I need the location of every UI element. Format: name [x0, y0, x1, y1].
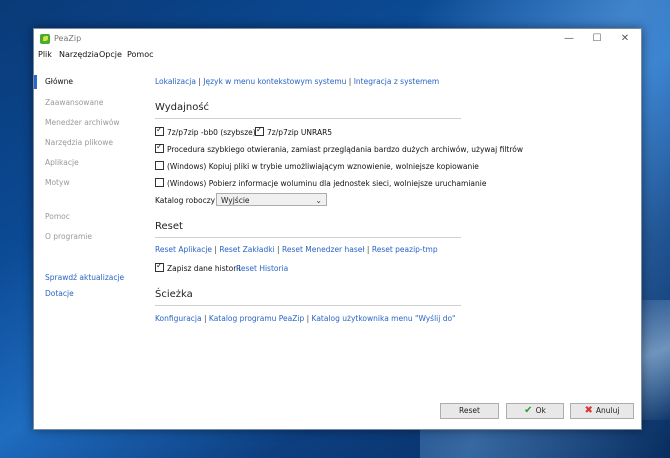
reset-button-label: Reset	[459, 406, 480, 415]
option-label: (Windows) Kopiuj pliki w trybie umożliwi…	[167, 162, 479, 171]
sidebar-item-zaawansowane[interactable]: Zaawansowane	[45, 98, 103, 107]
minimize-icon[interactable]: —	[555, 31, 583, 47]
title-bar[interactable]: PeaZip — ☐ ✕	[34, 29, 641, 49]
link-separator: |	[346, 77, 354, 86]
workdir-select[interactable]: Wyjście ⌄	[216, 193, 327, 206]
checkbox-unchecked[interactable]	[155, 161, 164, 170]
cancel-button[interactable]: ✖ Anuluj	[570, 403, 634, 419]
close-icon[interactable]: ✕	[611, 31, 639, 47]
peazip-logo-icon	[40, 34, 50, 44]
reset-history-link[interactable]: Reset Historia	[236, 264, 288, 273]
checkbox-checked[interactable]	[155, 261, 164, 272]
divider	[155, 305, 461, 306]
program-folder-link[interactable]: Katalog programu PeaZip	[209, 314, 304, 323]
menu-bar: Plik Narzędzia Opcje Pomoc	[34, 49, 641, 63]
workdir-label: Katalog roboczy	[155, 196, 216, 205]
active-item-indicator	[34, 75, 37, 89]
option-quick-open[interactable]: Procedura szybkiego otwierania, zamiast …	[155, 142, 523, 154]
sidebar-item-menedzer-archiwow[interactable]: Menedżer archiwów	[45, 118, 120, 127]
cross-icon: ✖	[584, 405, 593, 416]
settings-sidebar: Główne Zaawansowane Menedżer archiwów Na…	[34, 63, 146, 429]
sidebar-item-o-programie[interactable]: O programie	[45, 232, 92, 241]
localization-link[interactable]: Lokalizacja	[155, 77, 196, 86]
checkbox-checked[interactable]	[155, 125, 164, 136]
checkbox-checked[interactable]	[255, 125, 264, 136]
sidebar-item-motyw[interactable]: Motyw	[45, 178, 70, 187]
reset-password-manager-link[interactable]: Reset Menedzer haseł	[282, 245, 365, 254]
ok-button[interactable]: ✔ Ok	[506, 403, 564, 419]
link-separator: |	[201, 314, 209, 323]
reset-links: Reset Aplikacje | Reset Zakładki | Reset…	[155, 245, 438, 254]
checkmark-icon: ✔	[524, 405, 533, 416]
menu-opcje[interactable]: Opcje	[99, 50, 122, 59]
divider	[155, 237, 461, 238]
option-network-volume-info[interactable]: (Windows) Pobierz informacje woluminu dl…	[155, 178, 486, 188]
reset-heading: Reset	[155, 221, 183, 232]
reset-applications-link[interactable]: Reset Aplikacje	[155, 245, 212, 254]
option-label: 7z/p7zip UNRAR5	[267, 128, 333, 137]
checkbox-checked[interactable]	[155, 142, 164, 153]
menu-narzedzia[interactable]: Narzędzia	[59, 50, 99, 59]
peazip-settings-window: PeaZip — ☐ ✕ Plik Narzędzia Opcje Pomoc …	[33, 28, 642, 430]
context-menu-language-link[interactable]: Język w menu kontekstowym systemu	[203, 77, 346, 86]
option-resumable-copy[interactable]: (Windows) Kopiuj pliki w trybie umożliwi…	[155, 161, 479, 171]
chevron-down-icon: ⌄	[315, 196, 322, 205]
reset-bookmarks-link[interactable]: Reset Zakładki	[219, 245, 274, 254]
sidebar-item-narzedzia-plikowe[interactable]: Narzędzia plikowe	[45, 138, 113, 147]
option-7z-bb0[interactable]: 7z/p7zip -bb0 (szybsze)	[155, 125, 256, 137]
workdir-selected-value: Wyjście	[221, 196, 250, 205]
check-updates-link[interactable]: Sprawdź aktualizacje	[45, 273, 124, 282]
option-label: Zapisz dane historii	[167, 264, 241, 273]
option-7z-unrar5[interactable]: 7z/p7zip UNRAR5	[255, 125, 333, 137]
menu-pomoc[interactable]: Pomoc	[127, 50, 154, 59]
maximize-icon[interactable]: ☐	[583, 31, 611, 47]
divider	[155, 118, 461, 119]
reset-peazip-tmp-link[interactable]: Reset peazip-tmp	[372, 245, 438, 254]
sendto-folder-link[interactable]: Katalog użytkownika menu "Wyślij do"	[312, 314, 456, 323]
path-links: Konfiguracja | Katalog programu PeaZip |…	[155, 314, 456, 323]
option-label: Procedura szybkiego otwierania, zamiast …	[167, 145, 523, 154]
reset-button[interactable]: Reset	[440, 403, 499, 419]
path-heading: Ścieżka	[155, 289, 193, 300]
link-separator: |	[304, 314, 312, 323]
link-separator: |	[274, 245, 282, 254]
configuration-link[interactable]: Konfiguracja	[155, 314, 202, 323]
ok-button-label: Ok	[535, 406, 546, 415]
system-integration-link[interactable]: Integracja z systemem	[354, 77, 440, 86]
option-label: (Windows) Pobierz informacje woluminu dl…	[167, 179, 487, 188]
sidebar-item-glowne[interactable]: Główne	[45, 77, 73, 86]
cancel-button-label: Anuluj	[595, 406, 620, 415]
link-separator: |	[364, 245, 372, 254]
checkbox-unchecked[interactable]	[155, 178, 164, 187]
option-label: 7z/p7zip -bb0 (szybsze)	[167, 128, 256, 137]
window-title: PeaZip	[54, 34, 82, 43]
sidebar-item-pomoc[interactable]: Pomoc	[45, 212, 70, 221]
menu-plik[interactable]: Plik	[38, 50, 52, 59]
sidebar-item-aplikacje[interactable]: Aplikacje	[45, 158, 79, 167]
option-save-history[interactable]: Zapisz dane historii	[155, 261, 241, 273]
integration-links: Lokalizacja | Język w menu kontekstowym …	[155, 77, 439, 86]
performance-heading: Wydajność	[155, 102, 210, 113]
donations-link[interactable]: Dotacje	[45, 289, 74, 298]
